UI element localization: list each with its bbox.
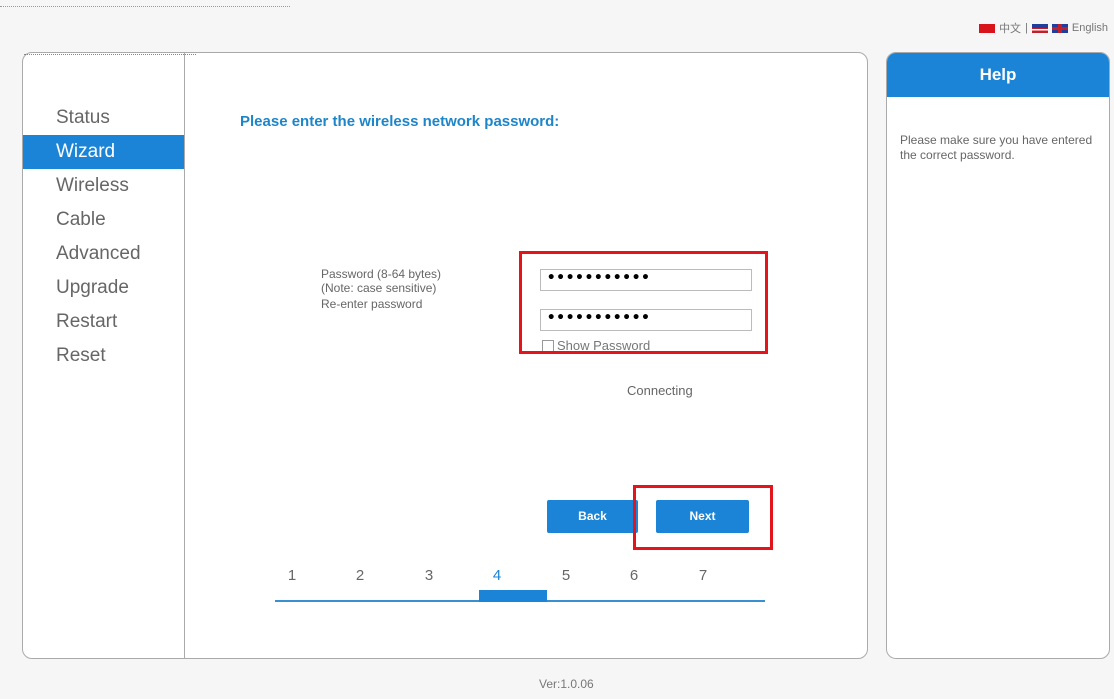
lang-chinese-link[interactable]: 中文 xyxy=(999,20,1021,36)
step-2: 2 xyxy=(355,567,365,584)
step-7: 7 xyxy=(698,567,708,584)
sidebar: Status Wizard Wireless Cable Advanced Up… xyxy=(23,53,185,658)
form-labels: Password (8-64 bytes) (Note: case sensit… xyxy=(321,267,441,311)
sidebar-item-upgrade[interactable]: Upgrade xyxy=(23,271,184,305)
step-indicator: 1 2 3 4 5 6 7 xyxy=(275,563,765,603)
sidebar-item-status[interactable]: Status xyxy=(23,101,184,135)
nav-list: Status Wizard Wireless Cable Advanced Up… xyxy=(23,101,184,373)
help-panel: Help Please make sure you have entered t… xyxy=(886,52,1110,659)
china-flag-icon[interactable] xyxy=(979,23,996,33)
next-highlight-box xyxy=(633,485,773,550)
sidebar-item-wizard[interactable]: Wizard xyxy=(23,135,184,169)
password-highlight-box xyxy=(519,251,768,354)
current-step-marker xyxy=(479,590,547,602)
language-bar: 中文 | English xyxy=(979,20,1108,36)
help-title: Help xyxy=(887,53,1109,97)
wizard-content: Please enter the wireless network passwo… xyxy=(185,53,867,658)
panel-dotted-line xyxy=(24,54,196,55)
sidebar-item-wireless[interactable]: Wireless xyxy=(23,169,184,203)
step-6: 6 xyxy=(629,567,639,584)
help-text: Please make sure you have entered the co… xyxy=(900,133,1093,162)
us-flag-icon[interactable] xyxy=(1031,23,1048,33)
step-1: 1 xyxy=(287,567,297,584)
uk-flag-icon[interactable] xyxy=(1051,23,1068,33)
step-4: 4 xyxy=(492,567,502,584)
lang-separator: | xyxy=(1025,22,1028,34)
page-title: Please enter the wireless network passwo… xyxy=(240,113,560,130)
lang-english-link[interactable]: English xyxy=(1072,22,1108,34)
sidebar-item-cable[interactable]: Cable xyxy=(23,203,184,237)
sidebar-item-advanced[interactable]: Advanced xyxy=(23,237,184,271)
main-panel: Status Wizard Wireless Cable Advanced Up… xyxy=(22,52,868,659)
sidebar-item-reset[interactable]: Reset xyxy=(23,339,184,373)
step-3: 3 xyxy=(424,567,434,584)
sidebar-item-restart[interactable]: Restart xyxy=(23,305,184,339)
password-label: Password (8-64 bytes) xyxy=(321,267,442,281)
password-note: (Note: case sensitive) xyxy=(321,281,437,295)
step-5: 5 xyxy=(561,567,571,584)
connection-status: Connecting xyxy=(627,383,693,398)
back-button[interactable]: Back xyxy=(547,500,638,533)
version-label: Ver:1.0.06 xyxy=(539,677,594,691)
reenter-password-label: Re-enter password xyxy=(321,297,423,311)
top-dotted-line xyxy=(0,6,290,7)
